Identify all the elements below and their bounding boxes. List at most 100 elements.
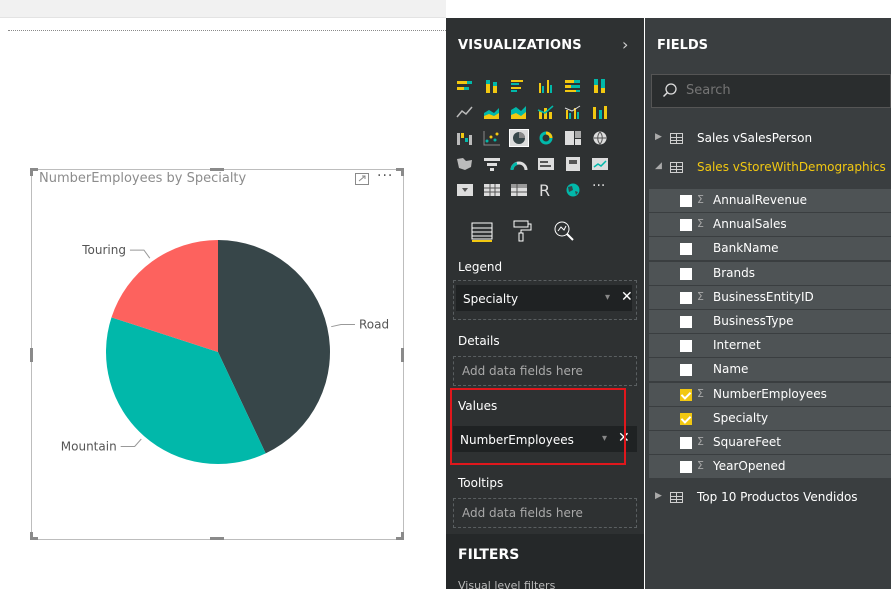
100-bar-icon[interactable] — [564, 78, 582, 94]
pie-chart-visual[interactable]: NumberEmployees by Specialty ··· Road Mou… — [30, 168, 404, 540]
field-row[interactable]: BusinessType — [649, 310, 891, 334]
scatter-chart-icon[interactable] — [483, 130, 501, 146]
map-icon[interactable] — [591, 130, 609, 146]
field-row[interactable]: Internet — [649, 334, 891, 359]
stacked-bar-icon[interactable] — [456, 78, 474, 94]
pie-leader-line — [331, 324, 355, 328]
chevron-down-icon[interactable]: ▾ — [605, 292, 610, 303]
search-icon — [662, 82, 678, 98]
fields-pane: FIELDS ▶ Sales vSalesPerson ◢ Sales vStoreW… — [645, 18, 891, 589]
funnel-icon[interactable] — [483, 156, 501, 172]
pie-label-road: Road — [359, 318, 389, 332]
collapsed-arrow-icon[interactable]: ▶ — [655, 491, 662, 501]
waterfall-icon[interactable] — [456, 130, 474, 146]
field-checkbox[interactable] — [680, 267, 692, 280]
visualizations-title: VISUALIZATIONS — [458, 38, 582, 53]
field-row[interactable]: Σ AnnualSales — [649, 213, 891, 238]
field-name: NumberEmployees — [713, 386, 827, 401]
matrix-icon[interactable] — [510, 182, 528, 198]
legend-well[interactable]: Specialty ▾ ✕ — [453, 280, 637, 320]
stacked-area-icon[interactable] — [510, 104, 528, 120]
page-divider — [8, 30, 446, 31]
fields-title: FIELDS — [657, 38, 709, 53]
field-row[interactable]: Σ SquareFeet — [649, 431, 891, 455]
field-row[interactable]: BankName — [649, 237, 891, 262]
field-checkbox[interactable] — [680, 388, 692, 401]
field-checkbox[interactable] — [680, 461, 692, 474]
clustered-column-icon[interactable] — [537, 78, 555, 94]
sigma-icon: Σ — [697, 193, 704, 206]
details-well[interactable]: Add data fields here — [453, 356, 637, 386]
slicer-icon[interactable] — [456, 182, 474, 198]
field-name: AnnualRevenue — [713, 193, 807, 207]
100-column-icon[interactable] — [591, 78, 609, 94]
ribbon-chart-icon[interactable] — [591, 104, 609, 120]
field-row[interactable]: Σ YearOpened — [649, 455, 891, 480]
chevron-right-icon[interactable]: › — [622, 35, 628, 54]
field-checkbox[interactable] — [680, 219, 692, 232]
table-icon — [670, 162, 683, 173]
field-row[interactable]: Σ AnnualRevenue — [649, 189, 891, 213]
field-checkbox[interactable] — [680, 364, 692, 377]
table-name: Top 10 Productos Vendidos — [697, 490, 858, 504]
field-checkbox[interactable] — [680, 243, 692, 256]
field-row[interactable]: Brands — [649, 261, 891, 286]
line-clustered-column-icon[interactable] — [564, 104, 582, 120]
filters-title: FILTERS — [458, 547, 520, 563]
field-name: YearOpened — [713, 459, 786, 474]
card-icon[interactable] — [564, 156, 582, 172]
remove-field-icon[interactable]: ✕ — [621, 289, 633, 305]
globe-icon[interactable] — [564, 182, 582, 198]
field-name: Internet — [713, 338, 761, 353]
pie-chart-icon[interactable] — [509, 129, 529, 147]
filters-section: FILTERS Visual level filters — [446, 534, 644, 592]
pie-label-mountain: Mountain — [61, 440, 117, 454]
multi-row-card-icon[interactable] — [537, 156, 555, 172]
table-item[interactable]: ◢ Sales vStoreWithDemographics — [645, 156, 891, 180]
collapsed-arrow-icon[interactable]: ▶ — [655, 132, 662, 142]
stacked-column-icon[interactable] — [483, 78, 501, 94]
pie-label-touring: Touring — [81, 243, 126, 257]
area-chart-icon[interactable] — [483, 104, 501, 120]
search-input[interactable] — [686, 83, 876, 98]
field-row[interactable]: Σ BusinessEntityID — [649, 285, 891, 310]
kpi-icon[interactable] — [591, 156, 609, 172]
pie-leader-line — [129, 249, 151, 259]
field-checkbox[interactable] — [680, 340, 692, 353]
line-column-icon[interactable] — [537, 104, 555, 120]
field-checkbox[interactable] — [680, 437, 692, 449]
field-checkbox[interactable] — [680, 291, 692, 304]
field-name: BusinessType — [713, 314, 794, 328]
format-paint-roller-icon[interactable] — [510, 219, 534, 243]
treemap-icon[interactable] — [564, 130, 582, 146]
legend-field-pill[interactable]: Specialty ▾ ✕ — [456, 285, 633, 311]
canvas-top-bar — [0, 0, 446, 18]
donut-chart-icon[interactable] — [537, 130, 555, 146]
field-checkbox[interactable] — [680, 412, 692, 425]
more-visuals-icon[interactable]: ··· — [591, 178, 609, 198]
r-visual-icon[interactable]: R — [537, 181, 555, 200]
field-name: AnnualSales — [713, 217, 787, 232]
table-name: Sales vStoreWithDemographics — [697, 160, 886, 174]
tooltips-well[interactable]: Add data fields here — [453, 498, 637, 528]
report-canvas: NumberEmployees by Specialty ··· Road Mou… — [0, 0, 446, 589]
pie-leader-line — [120, 438, 142, 448]
table-item[interactable]: ▶ Top 10 Productos Vendidos — [645, 486, 891, 510]
visual-level-filters-label: Visual level filters — [458, 579, 556, 592]
gauge-icon[interactable] — [510, 156, 528, 172]
clustered-bar-icon[interactable] — [510, 78, 528, 94]
analytics-magnifier-icon[interactable] — [552, 219, 576, 243]
field-checkbox[interactable] — [680, 316, 692, 328]
field-row[interactable]: Specialty — [649, 406, 891, 431]
field-checkbox[interactable] — [680, 195, 692, 207]
line-chart-icon[interactable] — [456, 104, 474, 120]
fields-tab-icon[interactable] — [470, 219, 494, 243]
filled-map-icon[interactable] — [456, 156, 474, 172]
table-item[interactable]: ▶ Sales vSalesPerson — [645, 127, 891, 151]
table-icon[interactable] — [483, 182, 501, 198]
expanded-arrow-icon[interactable]: ◢ — [655, 161, 662, 171]
field-row[interactable]: Name — [649, 358, 891, 383]
field-row[interactable]: Σ NumberEmployees — [649, 382, 891, 407]
fields-search-box[interactable] — [651, 74, 891, 108]
tooltips-well-label: Tooltips — [458, 476, 504, 490]
